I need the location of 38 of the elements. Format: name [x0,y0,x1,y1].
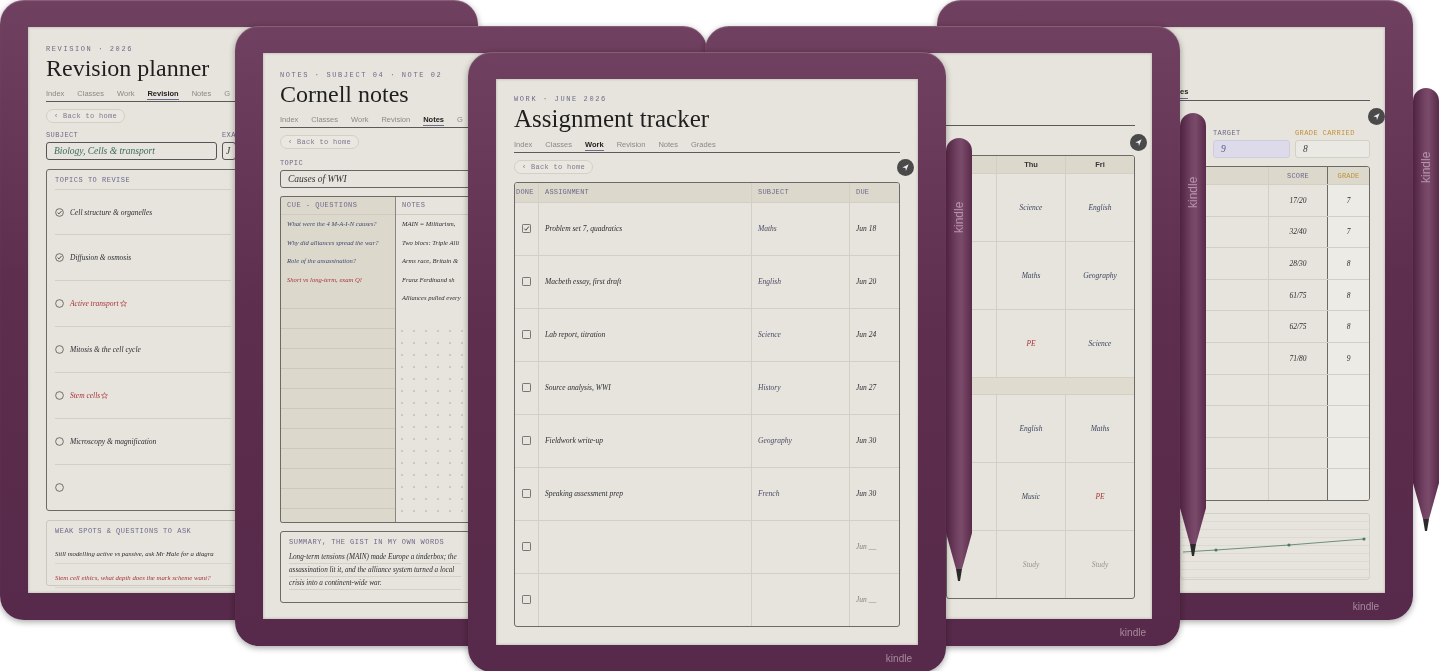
navigation-button[interactable] [1130,134,1147,151]
checkbox[interactable] [522,542,531,552]
brand-logo: kindle [885,653,912,664]
navigation-icon [1134,138,1143,147]
checkbox[interactable] [522,277,531,287]
checkbox[interactable] [55,345,64,355]
checkbox[interactable] [55,253,64,263]
pen-nib [1423,519,1429,531]
pen-nib [1190,544,1196,556]
checkbox[interactable] [522,436,531,446]
star-icon [119,300,127,308]
stylus-logo: kindle [1186,176,1200,208]
checkbox[interactable] [55,299,64,309]
stylus-logo: kindle [952,201,966,233]
brand-logo: kindle [1119,627,1146,638]
navigation-button[interactable] [897,159,914,176]
checkbox[interactable] [55,207,64,217]
navigation-icon [1372,112,1381,121]
input-field[interactable]: 8 [1295,140,1370,158]
brand-logo: kindle [1352,601,1379,612]
checkbox[interactable] [522,330,531,340]
pen-nib [956,569,962,581]
checkbox[interactable] [522,224,531,234]
navigation-icon [901,163,910,172]
checkbox[interactable] [522,489,531,499]
checkbox[interactable] [522,383,531,393]
page-title: Revision planner [46,55,211,83]
checkbox[interactable] [55,390,64,400]
checkbox[interactable] [55,482,64,492]
checkbox[interactable] [55,436,64,446]
star-icon [101,391,109,399]
input-field[interactable]: 9 [1213,140,1290,158]
navigation-button[interactable] [1368,108,1385,125]
page-title: Cornell notes [280,81,410,109]
checkbox[interactable] [522,595,531,605]
page-title: Assignment tracker [514,105,711,134]
input-field[interactable]: Biology, Cells & transport [46,141,217,160]
stylus-logo: kindle [1419,151,1433,183]
